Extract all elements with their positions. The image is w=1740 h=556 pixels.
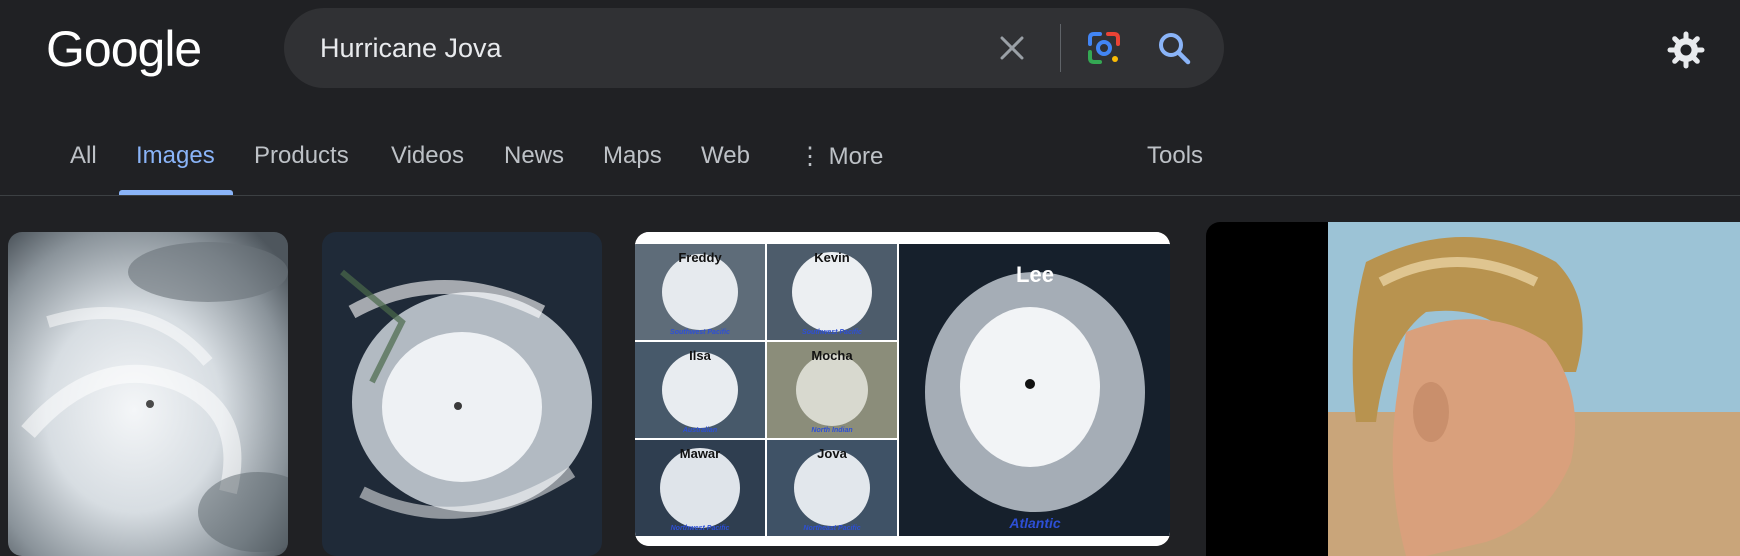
collage-region-5: Northwest Pacific [671, 525, 730, 532]
tab-more[interactable]: ⋮ More [798, 142, 883, 171]
tab-videos[interactable]: Videos [391, 142, 464, 170]
tab-news[interactable]: News [504, 142, 564, 170]
header: Google [0, 0, 1740, 100]
image-results-grid: Freddy Kevin Ilsa Mocha Mawar Jova Lee S… [0, 210, 1740, 556]
search-input[interactable] [320, 8, 960, 88]
search-icon [1159, 33, 1191, 65]
close-icon [1000, 36, 1024, 60]
collage-region-6: Northeast Pacific [803, 525, 860, 532]
active-tab-indicator [119, 190, 233, 195]
lens-button[interactable] [1084, 28, 1124, 68]
camera-lens-icon [1088, 32, 1120, 64]
collage-label-2: Kevin [814, 250, 849, 265]
tab-all[interactable]: All [70, 142, 97, 170]
collage-region-4: North Indian [811, 427, 852, 434]
tab-images[interactable]: Images [136, 142, 215, 170]
image-result-1[interactable] [8, 232, 288, 556]
hurricane-collage-image: Freddy Kevin Ilsa Mocha Mawar Jova Lee S… [635, 232, 1170, 546]
collage-cell-large [899, 244, 1170, 536]
collage-label-3: Ilsa [689, 348, 711, 363]
image-result-3[interactable]: Freddy Kevin Ilsa Mocha Mawar Jova Lee S… [635, 232, 1170, 546]
tab-products[interactable]: Products [254, 142, 349, 170]
collage-label-5: Mawar [680, 446, 720, 461]
tab-maps[interactable]: Maps [603, 142, 662, 170]
collage-region-7: Atlantic [1008, 515, 1061, 531]
google-logo[interactable]: Google [46, 20, 202, 78]
search-type-tabs: All Images Products Videos News Maps Web… [0, 120, 1740, 196]
collage-label-4: Mocha [811, 348, 853, 363]
tools-button[interactable]: Tools [1147, 142, 1203, 170]
collage-label-7: Lee [1016, 262, 1054, 287]
person-portrait-image [1206, 222, 1740, 556]
search-box[interactable] [284, 8, 1224, 88]
tab-web[interactable]: Web [701, 142, 750, 170]
collage-region-2: Southwest Pacific [802, 329, 862, 336]
clear-button[interactable] [994, 30, 1030, 66]
image-result-4[interactable] [1206, 222, 1740, 556]
hurricane-satellite-image-2 [322, 232, 602, 556]
hurricane-satellite-image-1 [8, 232, 288, 556]
collage-label-1: Freddy [678, 250, 722, 265]
collage-region-3: Australian [682, 427, 717, 434]
search-divider [1060, 24, 1061, 72]
gear-icon [1667, 31, 1705, 69]
image-result-2[interactable] [322, 232, 602, 556]
collage-region-1: Southwest Pacific [670, 329, 730, 336]
search-button[interactable] [1154, 28, 1194, 68]
settings-button[interactable] [1666, 30, 1706, 70]
collage-label-6: Jova [817, 446, 847, 461]
